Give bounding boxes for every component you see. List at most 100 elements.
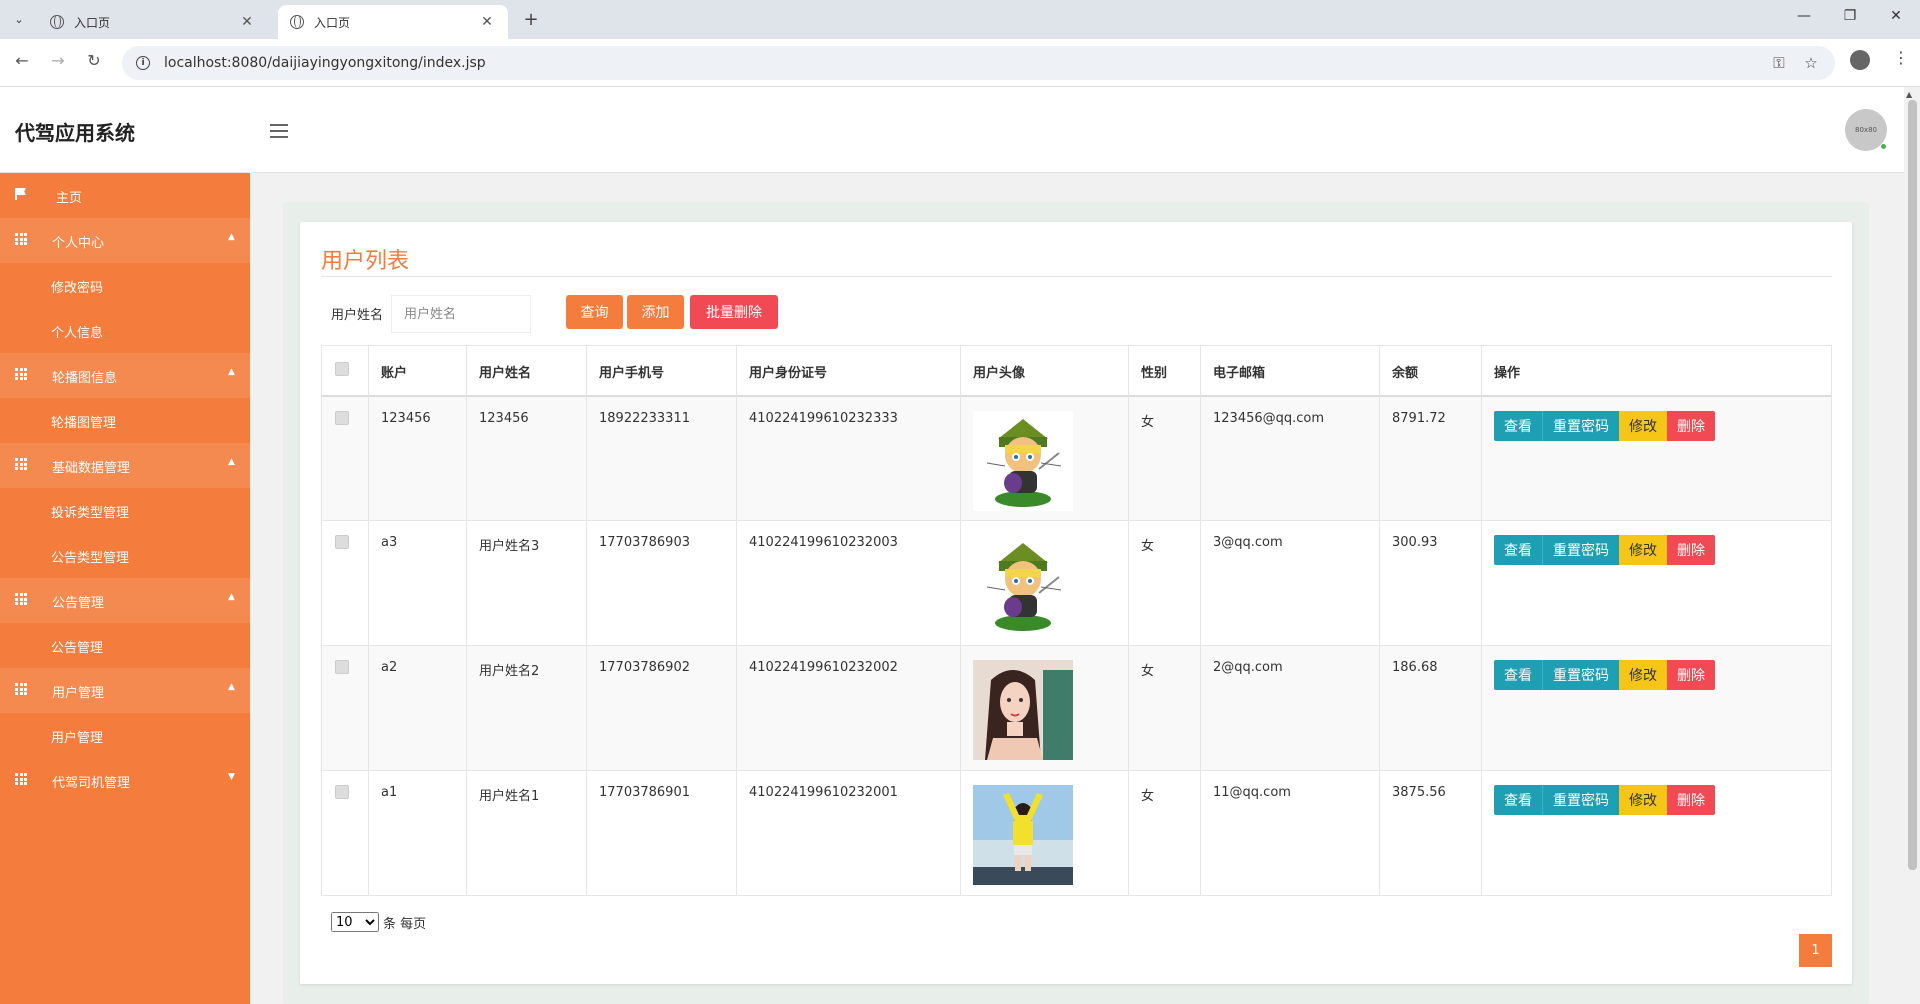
column-header: 用户手机号 [586, 345, 737, 397]
delete-button[interactable]: 删除 [1667, 660, 1715, 690]
phone-cell: 18922233311 [586, 395, 737, 521]
browser-menu-icon[interactable]: ⋮ [1893, 48, 1909, 67]
minimize-icon[interactable]: — [1792, 8, 1816, 24]
flag-icon [15, 188, 27, 200]
bookmark-star-icon[interactable]: ☆ [1800, 54, 1822, 72]
tab-search-dropdown-icon[interactable]: ⌄ [8, 8, 30, 30]
sidebar-item-complaint-type[interactable]: 投诉类型管理 [0, 488, 250, 533]
account-cell: a2 [368, 645, 467, 771]
sidebar-item-notice-type[interactable]: 公告类型管理 [0, 533, 250, 578]
user-table: 账户 用户姓名 用户手机号 用户身份证号 用户头像 性别 电子邮箱 余额 操作 … [321, 345, 1832, 896]
tab-close-icon[interactable]: ✕ [478, 14, 496, 30]
sidebar-item-user-manage[interactable]: 用户管理 [0, 713, 250, 758]
account-cell: 123456 [368, 395, 467, 521]
sidebar-group-label: 代驾司机管理 [52, 776, 131, 791]
table-header-row: 账户 用户姓名 用户手机号 用户身份证号 用户头像 性别 电子邮箱 余额 操作 [321, 345, 1832, 397]
batch-delete-button[interactable]: 批量删除 [690, 295, 778, 329]
edit-button[interactable]: 修改 [1619, 660, 1667, 690]
edit-button[interactable]: 修改 [1619, 785, 1667, 815]
sidebar-group-driver[interactable]: 代驾司机管理 ▼ [0, 758, 250, 803]
edit-button[interactable]: 修改 [1619, 535, 1667, 565]
reload-icon[interactable]: ↻ [82, 51, 106, 70]
sidebar-group-label: 基础数据管理 [52, 461, 131, 476]
view-button[interactable]: 查看 [1494, 410, 1542, 441]
account-cell: a1 [368, 770, 467, 896]
sidebar-item-label: 修改密码 [51, 281, 104, 296]
sidebar-item-carousel-manage[interactable]: 轮播图管理 [0, 398, 250, 443]
caret-up-icon: ▲ [228, 592, 235, 602]
id-card-cell: 410224199610232333 [736, 395, 961, 521]
sidebar-item-home[interactable]: 主页 [0, 173, 250, 218]
sidebar-group-basic-data[interactable]: 基础数据管理 ▲ [0, 443, 250, 488]
actions-cell: 查看 重置密码 修改 删除 [1481, 645, 1832, 771]
row-checkbox[interactable] [335, 660, 349, 674]
sidebar-group-notice[interactable]: 公告管理 ▲ [0, 578, 250, 623]
browser-tab-2[interactable]: 入口页 ✕ [278, 5, 508, 39]
browser-profile-icon[interactable] [1850, 50, 1870, 70]
grid-icon [15, 458, 27, 470]
back-arrow-icon[interactable]: ← [10, 51, 34, 70]
sidebar-group-personal-center[interactable]: 个人中心 ▲ [0, 218, 250, 263]
reset-password-button[interactable]: 重置密码 [1542, 535, 1619, 565]
scrollbar-thumb[interactable] [1908, 100, 1917, 870]
select-all-checkbox[interactable] [335, 362, 349, 376]
caret-down-icon: ▼ [228, 772, 235, 782]
view-button[interactable]: 查看 [1494, 785, 1542, 815]
avatar-cell [960, 645, 1129, 771]
delete-button[interactable]: 删除 [1667, 785, 1715, 815]
search-name-input[interactable] [391, 295, 531, 333]
caret-up-icon: ▲ [228, 367, 235, 377]
row-select-cell [321, 395, 369, 521]
sidebar-group-carousel[interactable]: 轮播图信息 ▲ [0, 353, 250, 398]
id-card-cell: 410224199610232002 [736, 645, 961, 771]
reset-password-button[interactable]: 重置密码 [1542, 410, 1619, 441]
delete-button[interactable]: 删除 [1667, 410, 1715, 441]
view-button[interactable]: 查看 [1494, 660, 1542, 690]
url-field[interactable]: i localhost:8080/daijiayingyongxitong/in… [122, 46, 1835, 80]
grid-icon [15, 773, 27, 785]
sidebar-item-label: 投诉类型管理 [51, 506, 130, 521]
query-button[interactable]: 查询 [566, 295, 623, 329]
scroll-up-icon[interactable]: ▲ [1906, 90, 1912, 99]
hamburger-menu-icon[interactable] [270, 124, 288, 142]
password-key-icon[interactable]: ⚿ [1768, 54, 1790, 72]
email-cell: 123456@qq.com [1200, 395, 1380, 521]
per-page-label: 条 每页 [383, 916, 427, 932]
name-cell: 用户姓名3 [466, 520, 587, 646]
close-window-icon[interactable]: ✕ [1884, 8, 1908, 24]
row-checkbox[interactable] [335, 535, 349, 549]
forward-arrow-icon[interactable]: → [46, 51, 70, 70]
grid-icon [15, 683, 27, 695]
site-info-icon[interactable]: i [136, 56, 150, 70]
column-header: 余额 [1379, 345, 1482, 397]
delete-button[interactable]: 删除 [1667, 535, 1715, 565]
column-header: 性别 [1128, 345, 1201, 397]
gender-cell: 女 [1128, 395, 1201, 521]
sidebar-group-user[interactable]: 用户管理 ▲ [0, 668, 250, 713]
tab-close-icon[interactable]: ✕ [238, 14, 256, 30]
row-checkbox[interactable] [335, 785, 349, 799]
page-size-select[interactable]: 10 [331, 912, 379, 932]
reset-password-button[interactable]: 重置密码 [1542, 660, 1619, 690]
caret-up-icon: ▲ [228, 457, 235, 467]
phone-cell: 17703786901 [586, 770, 737, 896]
page-number-button[interactable]: 1 [1799, 934, 1832, 967]
sidebar-item-personal-info[interactable]: 个人信息 [0, 308, 250, 353]
view-button[interactable]: 查看 [1494, 535, 1542, 565]
new-tab-icon[interactable]: + [520, 9, 542, 30]
page-size-control: 10 条 每页 [331, 912, 426, 932]
reset-password-button[interactable]: 重置密码 [1542, 785, 1619, 815]
sidebar-item-change-password[interactable]: 修改密码 [0, 263, 250, 308]
restore-icon[interactable]: ❐ [1838, 8, 1862, 24]
sidebar-item-notice-manage[interactable]: 公告管理 [0, 623, 250, 668]
avatar-cell [960, 520, 1129, 646]
browser-tab-1[interactable]: 入口页 ✕ [38, 5, 268, 39]
grid-icon [15, 233, 27, 245]
browser-address-bar: ← → ↻ i localhost:8080/daijiayingyongxit… [0, 39, 1920, 87]
sidebar-group-label: 用户管理 [52, 686, 105, 701]
add-button[interactable]: 添加 [627, 295, 684, 329]
sidebar-item-label: 个人信息 [51, 326, 104, 341]
row-select-cell [321, 645, 369, 771]
row-checkbox[interactable] [335, 410, 349, 425]
edit-button[interactable]: 修改 [1619, 410, 1667, 441]
